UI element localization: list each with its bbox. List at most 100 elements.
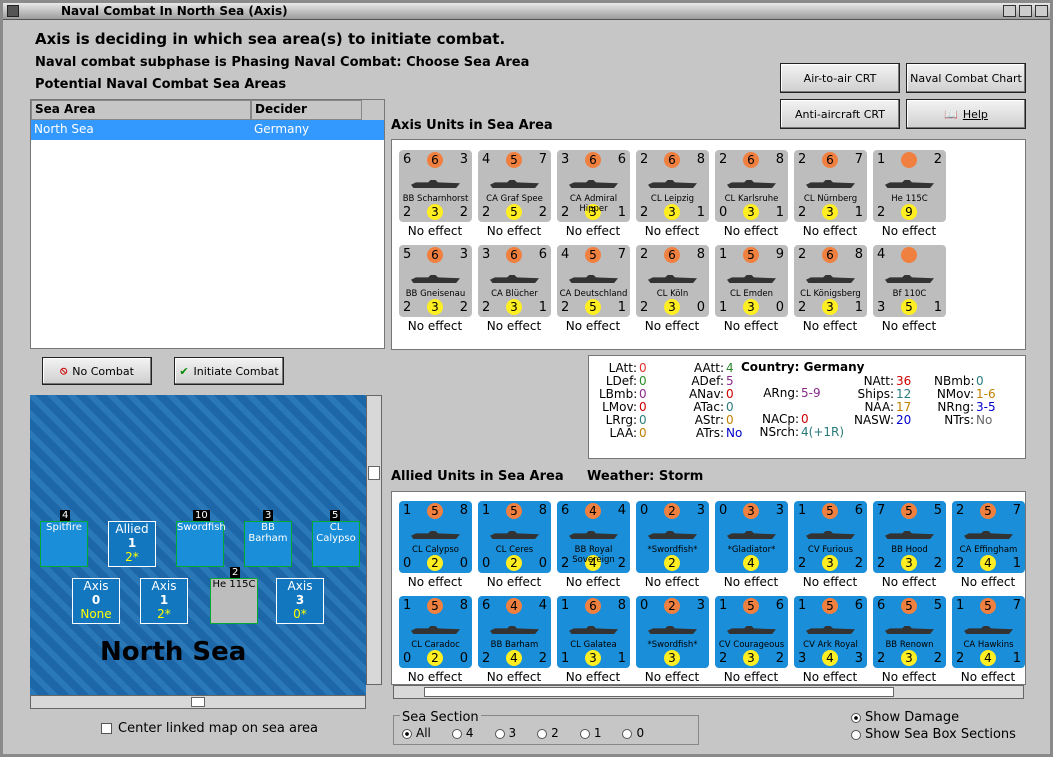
sea-section-option[interactable]: 1 [579, 726, 601, 740]
scroll-thumb[interactable] [424, 687, 894, 697]
unit-counter[interactable]: 0 3 3 4 *Gladiator* [715, 501, 788, 573]
show-damage-option[interactable]: Show Damage [851, 710, 959, 725]
unit-stat-br: 1 [854, 300, 863, 315]
axis-box[interactable]: Axis 0 None [72, 578, 120, 624]
unit-counter[interactable]: 2 8 0 1 6 3 CL Karlsruhe [715, 150, 788, 222]
unit-attack-value: 2 [664, 598, 680, 614]
sea-section-option[interactable]: 0 [622, 726, 644, 740]
unit-stat-tr: 6 [854, 503, 863, 518]
unit-counter[interactable]: 1 8 0 0 5 2 CL Ceres [478, 501, 551, 573]
map-unit-stack[interactable]: CL Calypso [312, 521, 360, 567]
unit-counter[interactable]: 1 6 3 3 5 4 CV Ark Royal [794, 596, 867, 668]
sea-section-radio[interactable] [579, 728, 590, 739]
center-map-checkbox[interactable] [101, 723, 112, 734]
map-vertical-scrollbar[interactable] [366, 395, 382, 685]
unit-counter[interactable]: 1 9 1 0 5 3 CL Emden [715, 245, 788, 317]
axis-box[interactable]: Axis 1 2* [140, 578, 188, 624]
sea-area-column-header[interactable]: Sea Area [31, 100, 251, 120]
naval-combat-chart-button[interactable]: Naval Combat Chart [906, 63, 1026, 93]
unit-stat-bl: 2 [798, 556, 807, 571]
unit-stat-tr: 7 [538, 152, 547, 167]
center-map-option[interactable]: Center linked map on sea area [101, 721, 318, 736]
unit-counter[interactable]: 1 2 2 9 He 115C [873, 150, 946, 222]
unit-counter[interactable]: 2 7 2 1 6 3 CL Nürnberg [794, 150, 867, 222]
sea-section-radio[interactable] [537, 728, 548, 739]
show-boxes-option[interactable]: Show Sea Box Sections [851, 727, 1016, 742]
sea-section-option[interactable]: 2 [537, 726, 559, 740]
unit-counter[interactable]: 1 8 0 0 5 2 CL Caradoc [399, 596, 472, 668]
stats-panel: Country: Germany LAtt: 0 LDef: 0 LBmb: 0 LMov:… [588, 355, 1026, 459]
unit-counter[interactable]: 4 7 2 2 5 5 CA Graf Spee [478, 150, 551, 222]
unit-counter[interactable]: 6 4 2 2 4 4 BB Royal Sovereign [557, 501, 630, 573]
axis-box[interactable]: Axis 3 0* [276, 578, 324, 624]
unit-counter[interactable]: 3 6 2 1 6 3 CA Blücher [478, 245, 551, 317]
unit-counter[interactable]: 7 5 2 2 5 3 BB Hood [873, 501, 946, 573]
unit-effect: No effect [881, 575, 937, 589]
unit-counter[interactable]: 0 3 2 2 *Swordfish* [636, 501, 709, 573]
initiate-combat-button[interactable]: ✔ Initiate Combat [174, 357, 284, 385]
sea-section-radio[interactable] [402, 728, 412, 739]
unit-counter[interactable]: 0 3 2 3 *Swordfish* [636, 596, 709, 668]
map-unit-stack[interactable]: He 115C [210, 578, 258, 624]
unit-counter[interactable]: 4 7 2 1 5 5 CA Deutschland [557, 245, 630, 317]
unit-counter[interactable]: 6 5 2 2 5 3 BB Renown [873, 596, 946, 668]
sea-area-map[interactable]: Spitfire 4 Allied 1 2* Swordfish 10 BB Bar… [30, 395, 366, 695]
unit-counter[interactable]: 2 7 2 1 5 4 CA Effingham [952, 501, 1025, 573]
show-damage-radio[interactable] [851, 712, 861, 723]
unit-counter[interactable]: 3 6 2 1 6 3 CA Admiral Hipper [557, 150, 630, 222]
anti-aircraft-crt-button[interactable]: Anti-aircraft CRT [780, 99, 900, 129]
stat-value: 0 [976, 374, 984, 388]
unit-counter[interactable]: 6 3 2 2 6 3 BB Scharnhorst [399, 150, 472, 222]
stat-label: LAA: [609, 426, 637, 440]
unit-effect: No effect [644, 670, 700, 684]
sea-section-option[interactable]: 3 [494, 726, 516, 740]
unit-counter[interactable]: 1 6 2 2 5 3 CV Furious [794, 501, 867, 573]
air-to-air-crt-button[interactable]: Air-to-air CRT [780, 63, 900, 93]
map-unit-stack[interactable]: BB Barham [244, 521, 292, 567]
unit-stat-tr: 4 [617, 503, 626, 518]
unit-stat-br: 0 [459, 556, 468, 571]
unit-stat-bl: 2 [877, 556, 886, 571]
unit-counter[interactable]: 1 8 0 0 5 2 CL Calypso [399, 501, 472, 573]
unit-stat-bl: 2 [719, 651, 728, 666]
minimize-button[interactable] [1003, 5, 1016, 17]
allied-box[interactable]: Allied 1 2* [108, 521, 156, 567]
unit-counter[interactable]: 2 8 2 1 6 3 CL Leipzig [636, 150, 709, 222]
close-button[interactable] [1035, 5, 1048, 17]
unit-counter[interactable]: 4 3 1 5 Bf 110C [873, 245, 946, 317]
sea-section-radio[interactable] [494, 728, 505, 739]
unit-stat-br: 1 [1012, 556, 1021, 571]
unit-counter[interactable]: 2 8 2 0 6 3 CL Köln [636, 245, 709, 317]
unit-counter[interactable]: 5 3 2 2 6 3 BB Gneisenau [399, 245, 472, 317]
country-label: Country: Germany [741, 360, 865, 374]
map-unit-stack[interactable]: Spitfire [40, 521, 88, 567]
sea-section-radio[interactable] [451, 728, 462, 739]
aa-crt-label: Anti-aircraft CRT [795, 107, 885, 121]
scroll-thumb[interactable] [191, 697, 205, 707]
unit-defense-value: 2 [427, 555, 443, 571]
map-horizontal-scrollbar[interactable] [30, 695, 366, 709]
no-combat-button[interactable]: ⦸ No Combat [42, 357, 152, 385]
unit-stat-bl: 3 [877, 300, 886, 315]
allied-horizontal-scrollbar[interactable] [393, 685, 1024, 699]
unit-counter[interactable]: 1 8 1 1 6 3 CL Galatea [557, 596, 630, 668]
show-boxes-radio[interactable] [851, 729, 861, 740]
unit-stat-tl: 7 [877, 503, 886, 518]
unit-stat-tr: 8 [696, 247, 705, 262]
unit-counter[interactable]: 6 4 2 2 4 4 BB Barham [478, 596, 551, 668]
sea-section-option[interactable]: 4 [451, 726, 474, 740]
decider-column-header[interactable]: Decider [251, 100, 362, 120]
table-row[interactable]: North Sea Germany [31, 120, 384, 140]
unit-counter[interactable]: 1 7 2 1 5 4 CA Hawkins [952, 596, 1025, 668]
scroll-thumb[interactable] [368, 466, 380, 480]
unit-stat-tr: 3 [775, 503, 784, 518]
unit-counter[interactable]: 2 8 2 1 6 3 CL Königsberg [794, 245, 867, 317]
help-button[interactable]: 📖 Help [906, 99, 1026, 129]
unit-stat-tl: 6 [877, 598, 886, 613]
map-unit-stack[interactable]: Swordfish [176, 521, 226, 567]
ship-silhouette-icon [648, 626, 697, 634]
sea-section-radio[interactable] [622, 728, 633, 739]
sea-section-option[interactable]: All [402, 726, 431, 740]
unit-counter[interactable]: 1 6 2 2 5 3 CV Courageous [715, 596, 788, 668]
maximize-button[interactable] [1019, 5, 1032, 17]
